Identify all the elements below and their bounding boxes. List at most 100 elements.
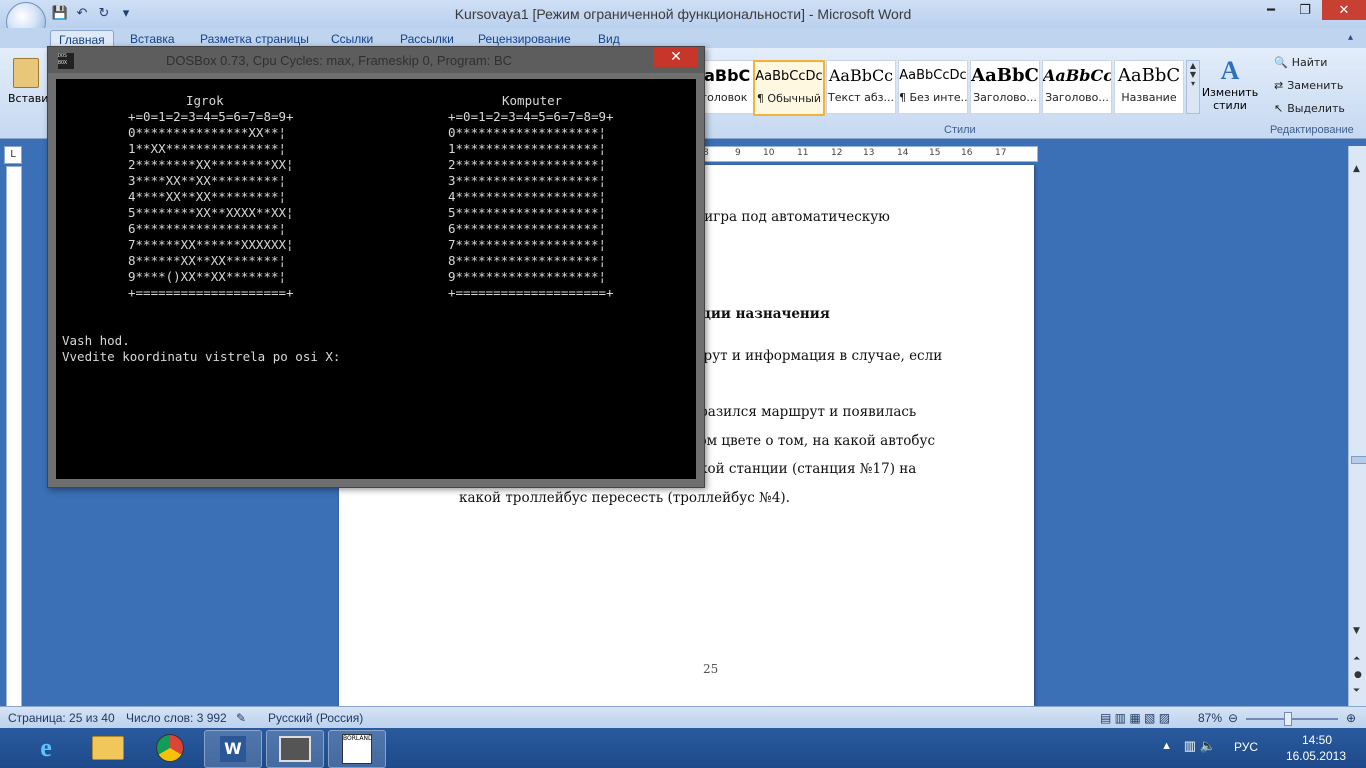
show-hidden-icons-icon[interactable]: ▲ — [1161, 740, 1172, 752]
player-board-row: 5********XX**XXXX**XX¦ — [128, 205, 294, 220]
vertical-ruler[interactable] — [6, 166, 22, 708]
style-paragraph-text[interactable]: AaBbCc Текст абз... — [826, 60, 896, 114]
browse-object-icon[interactable]: ● — [1354, 670, 1362, 680]
ruler-number: 13 — [863, 148, 875, 158]
style-name: Текст абз... — [828, 91, 894, 104]
player-board-row: 2********XX********XX¦ — [128, 157, 294, 172]
network-icon[interactable]: ▥ — [1184, 738, 1196, 754]
style-no-spacing[interactable]: AaBbCcDc ¶ Без инте... — [898, 60, 968, 114]
zoom-in-icon[interactable]: ⊕ — [1346, 711, 1356, 725]
change-styles-button[interactable]: A Изменить стили — [1200, 56, 1260, 126]
scroll-down-icon[interactable]: ▼ — [1353, 626, 1360, 636]
dosbox-window[interactable]: DOS BOX DOSBox 0.73, Cpu Cycles: max, Fr… — [47, 46, 705, 488]
status-zoom[interactable]: 87% — [1198, 711, 1222, 725]
ruler-number: 16 — [961, 148, 973, 158]
ruler-number: 15 — [929, 148, 941, 158]
style-name: ¶ Обычный — [756, 92, 822, 105]
document-line: шрут и информация в случае, если — [691, 348, 943, 364]
view-buttons-icon[interactable]: ▤ ▥ ▦ ▧ ▨ — [1100, 711, 1170, 725]
style-sample: AaBbCcDc — [899, 68, 967, 83]
player-board-row: 9****()XX**XX*******¦ — [128, 269, 287, 284]
turn-message: Vash hod. — [62, 333, 130, 348]
document-line: том цвете о том, на какой автобус — [691, 433, 936, 449]
document-line: акой станции (станция №17) на — [691, 461, 917, 477]
style-title[interactable]: AaBbC Название — [1114, 60, 1184, 114]
taskbar: e W BORLAND ▲ ▥ 🔈 РУС 14:50 16.05.2013 — [0, 728, 1366, 768]
computer-board-row: 5*******************¦ — [448, 205, 607, 220]
ruler-number: 11 — [797, 148, 809, 158]
change-styles-label: Изменить стили — [1201, 86, 1259, 112]
paste-button[interactable]: Встави — [8, 58, 49, 128]
style-sample: AaBbC — [1117, 65, 1181, 86]
computer-board-row: 7*******************¦ — [448, 237, 607, 252]
ribbon-tab-bar: Главная Вставка Разметка страницы Ссылки… — [0, 28, 1366, 49]
status-language[interactable]: Русский (Россия) — [268, 711, 363, 725]
player-board-row: 4****XX**XX*********¦ — [128, 189, 287, 204]
player-board-row: 3****XX**XX*********¦ — [128, 173, 287, 188]
styles-scroll[interactable]: ▲ ▼ ▾ — [1186, 60, 1200, 114]
input-prompt[interactable]: Vvedite koordinatu vistrela po osi X: — [62, 349, 340, 365]
word-icon[interactable]: W — [204, 730, 262, 768]
select-label: Выделить — [1287, 102, 1345, 115]
prev-page-icon[interactable]: ⏶ — [1353, 654, 1360, 664]
minimize-icon[interactable]: ━ — [1254, 0, 1288, 20]
language-indicator[interactable]: РУС — [1234, 740, 1258, 754]
style-name: Название — [1121, 91, 1177, 104]
borland-icon[interactable]: BORLAND — [328, 730, 386, 768]
dosbox-app-icon: DOS BOX — [58, 53, 74, 69]
vertical-scrollbar[interactable]: ▲ ▼ ⏶ ● ⏷ — [1348, 146, 1366, 706]
scroll-up-icon[interactable]: ▲ — [1353, 164, 1360, 174]
status-bar: Страница: 25 из 40 Число слов: 3 992 ✎ Р… — [0, 706, 1366, 729]
restore-icon[interactable]: ❐ — [1288, 0, 1322, 20]
file-explorer-icon[interactable] — [80, 730, 136, 766]
volume-icon[interactable]: 🔈 — [1200, 738, 1216, 754]
replace-icon: ⇄ — [1274, 79, 1284, 92]
tab-selector[interactable]: L — [4, 146, 22, 164]
status-word-count[interactable]: Число слов: 3 992 — [126, 711, 227, 725]
chrome-icon[interactable] — [142, 730, 198, 766]
find-button[interactable]: 🔍 Найти — [1274, 56, 1327, 69]
find-label: Найти — [1291, 56, 1328, 69]
ribbon-help-icon[interactable]: ▴ — [1348, 32, 1362, 46]
scroll-thumb[interactable] — [1351, 456, 1366, 464]
paste-label: Встави — [8, 92, 49, 105]
computer-board-row: 8*******************¦ — [448, 253, 607, 268]
clock-date[interactable]: 16.05.2013 — [1286, 749, 1346, 763]
zoom-slider-thumb[interactable] — [1284, 712, 1292, 726]
word-title-bar: 💾 ↶ ↻ ▾ Kursovaya1 [Режим ограниченной ф… — [0, 0, 1366, 42]
dosbox-close-icon[interactable]: ✕ — [654, 47, 698, 67]
page-number: 25 — [703, 662, 719, 676]
style-normal[interactable]: AaBbCcDc ¶ Обычный — [753, 60, 825, 116]
dosbox-icon[interactable] — [266, 730, 324, 768]
status-page[interactable]: Страница: 25 из 40 — [8, 711, 115, 725]
binoculars-icon: 🔍 — [1274, 56, 1288, 69]
dos-console[interactable]: Igrok Komputer +=0=1=2=3=4=5=6=7=8=9+ 0*… — [56, 79, 696, 479]
player-board-row: 7******XX******XXXXXX¦ — [128, 237, 294, 252]
change-styles-icon: A — [1220, 56, 1240, 85]
zoom-slider[interactable] — [1246, 718, 1338, 720]
internet-explorer-icon[interactable]: e — [18, 730, 74, 766]
styles-group-label: Стили — [944, 124, 976, 136]
document-line: бразился маршрут и появилась — [691, 404, 917, 420]
clipboard-icon — [13, 58, 39, 88]
dosbox-title-bar[interactable]: DOS BOX DOSBox 0.73, Cpu Cycles: max, Fr… — [48, 47, 704, 73]
replace-button[interactable]: ⇄ Заменить — [1274, 79, 1343, 92]
style-heading-1[interactable]: AaBbC Заголово... — [970, 60, 1040, 114]
close-icon[interactable]: ✕ — [1322, 0, 1366, 20]
ruler-number: 14 — [897, 148, 909, 158]
select-button[interactable]: ↖ Выделить — [1274, 102, 1345, 115]
zoom-out-icon[interactable]: ⊖ — [1228, 711, 1238, 725]
ruler-number: 17 — [995, 148, 1007, 158]
next-page-icon[interactable]: ⏷ — [1353, 686, 1360, 696]
computer-board-footer: +====================+ — [448, 285, 614, 300]
player-board-row: 0***************XX**¦ — [128, 125, 287, 140]
computer-board-row: 6*******************¦ — [448, 221, 607, 236]
style-heading-2[interactable]: AaBbCc Заголово... — [1042, 60, 1112, 114]
style-name: Заголово... — [973, 91, 1037, 104]
window-controls: ━ ❐ ✕ — [1254, 0, 1366, 20]
player-board-label: Igrok — [186, 93, 224, 108]
spellcheck-icon[interactable]: ✎ — [236, 711, 246, 725]
clock-time[interactable]: 14:50 — [1302, 733, 1332, 747]
ruler-number: 9 — [735, 148, 741, 158]
computer-board-row: 0*******************¦ — [448, 125, 607, 140]
